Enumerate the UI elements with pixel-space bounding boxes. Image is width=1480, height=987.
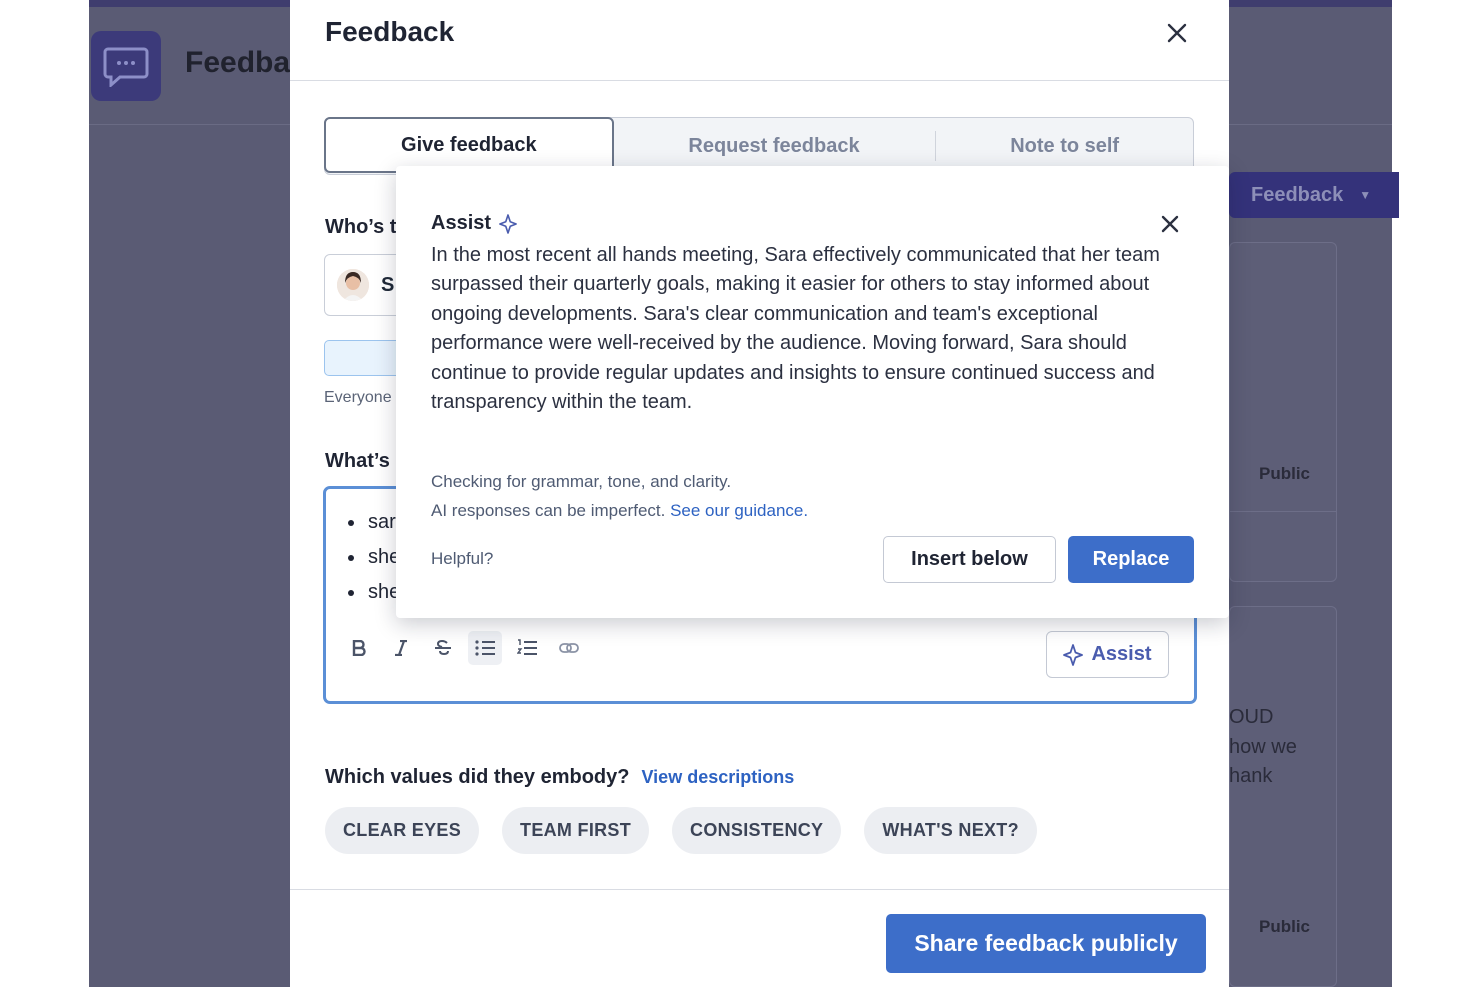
replace-button[interactable]: Replace (1068, 536, 1194, 583)
modal-header-divider (290, 80, 1229, 81)
modal-title: Feedback (325, 16, 455, 47)
italic-icon (395, 640, 407, 656)
background-public-label: Public (1259, 917, 1311, 936)
values-chips: CLEAR EYES TEAM FIRST CONSISTENCY WHAT'S… (325, 807, 1037, 854)
value-chip[interactable]: CLEAR EYES (325, 807, 480, 854)
helpful-label: Helpful? (431, 549, 494, 568)
checking-note: Checking for grammar, tone, and clarity. (431, 472, 732, 491)
sparkle-icon (499, 213, 517, 234)
guidance-link[interactable]: See our guidance. (670, 501, 808, 520)
share-feedback-button[interactable]: Share feedback publicly (886, 914, 1206, 973)
background-snippet-line: hank (1229, 765, 1273, 787)
numbered-list-icon (517, 639, 537, 655)
modal-footer-divider (290, 889, 1229, 890)
formatting-toolbar (342, 631, 586, 665)
visibility-helper-text: Everyone (324, 389, 392, 406)
values-label: Which values did they embody? (325, 766, 630, 788)
ai-disclaimer: AI responses can be imperfect. See our g… (431, 501, 808, 521)
values-header: Which values did they embody? View descr… (325, 766, 794, 789)
strikethrough-button[interactable] (426, 631, 460, 665)
background-card-divider (1230, 511, 1336, 512)
close-modal-button[interactable] (1160, 16, 1194, 50)
close-assist-button[interactable] (1156, 210, 1184, 238)
view-descriptions-link[interactable]: View descriptions (642, 767, 795, 788)
insert-below-button[interactable]: Insert below (883, 536, 1056, 583)
bullet-list-button[interactable] (468, 631, 502, 665)
italic-button[interactable] (384, 631, 418, 665)
sparkle-icon (1063, 643, 1084, 666)
value-chip[interactable]: WHAT'S NEXT? (864, 807, 1037, 854)
ai-disclaimer-text: AI responses can be imperfect. (431, 501, 666, 520)
strikethrough-icon (435, 639, 451, 656)
bullet-list-icon (475, 640, 495, 656)
background-snippet-line: how we (1229, 736, 1297, 758)
background-snippet-line: OUD (1229, 706, 1274, 728)
recipient-label: Who’s t (325, 216, 397, 238)
assist-button-label: Assist (1091, 643, 1152, 665)
assist-popover: Assist In the most recent all hands meet… (396, 166, 1229, 618)
value-chip[interactable]: TEAM FIRST (502, 807, 650, 854)
close-icon (1167, 23, 1187, 43)
assist-popover-header: Assist (431, 212, 517, 235)
background-feedback-button: Feedback ▼ (1229, 172, 1399, 218)
value-chip[interactable]: CONSISTENCY (672, 807, 842, 854)
background-feedback-label: Feedback (1251, 183, 1344, 206)
close-icon (1161, 215, 1179, 233)
assist-button[interactable]: Assist (1046, 631, 1169, 678)
assist-suggestion-text: In the most recent all hands meeting, Sa… (431, 244, 1160, 414)
feedback-text-label: What’s (325, 450, 390, 472)
link-button[interactable] (552, 631, 586, 665)
numbered-list-button[interactable] (510, 631, 544, 665)
link-icon (559, 643, 579, 653)
assist-popover-title: Assist (431, 212, 492, 234)
background-public-label: Public (1259, 464, 1311, 483)
background-app-title: Feedba (185, 46, 291, 79)
bold-button[interactable] (342, 631, 376, 665)
background-card (1229, 242, 1337, 582)
recipient-name: S (381, 274, 395, 296)
tab-give-feedback[interactable]: Give feedback (324, 117, 614, 173)
bold-icon (352, 640, 366, 656)
chat-bubble-icon (91, 31, 161, 101)
avatar (337, 269, 369, 301)
caret-down-icon: ▼ (1359, 188, 1372, 202)
